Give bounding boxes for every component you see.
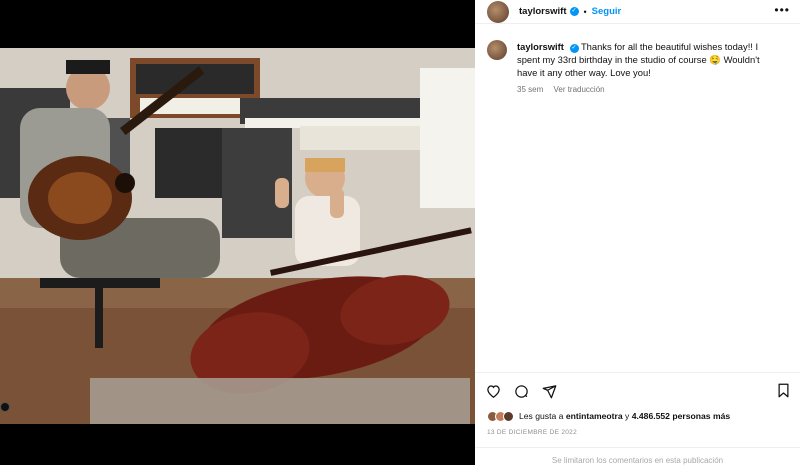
post-header: taylorswift ✓ • Seguir ••• <box>475 0 800 24</box>
caption-body: taylorswift ✓ Thanks for all the beautif… <box>517 40 767 94</box>
translate-link[interactable]: Ver traducción <box>553 85 604 94</box>
caption-avatar[interactable] <box>487 40 507 60</box>
author-avatar[interactable] <box>487 0 509 23</box>
post-age: 35 sem <box>517 85 544 94</box>
more-options-icon[interactable]: ••• <box>774 3 790 17</box>
post-date: 13 DE DICIEMBRE DE 2022 <box>487 429 577 436</box>
separator-dot: • <box>583 6 587 17</box>
verified-badge-icon: ✓ <box>569 44 579 53</box>
share-icon[interactable] <box>541 383 557 399</box>
liker-avatars <box>487 410 514 422</box>
likes-user-link[interactable]: entintameotra <box>566 411 623 421</box>
comments-limited-notice: Se limitaron los comentarios en esta pub… <box>475 447 800 465</box>
likes-prefix: Les gusta a <box>519 411 564 421</box>
author-username[interactable]: taylorswift <box>519 6 567 17</box>
bookmark-icon[interactable] <box>777 383 790 403</box>
carousel-indicator[interactable] <box>0 402 10 412</box>
verified-badge-icon: ✓ <box>569 7 579 16</box>
post-actions-section: Les gusta a entintameotra y 4.486.552 pe… <box>475 372 800 436</box>
post-details-panel: taylorswift ✓ • Seguir ••• taylorswift ✓… <box>475 0 800 465</box>
likes-count-link[interactable]: 4.486.552 personas más <box>632 411 730 421</box>
follow-button[interactable]: Seguir <box>592 6 622 17</box>
studio-photo-illustration <box>0 48 475 424</box>
liker-avatar <box>503 410 514 422</box>
likes-summary: Les gusta a entintameotra y 4.486.552 pe… <box>475 409 800 423</box>
action-bar <box>475 373 800 409</box>
media-panel <box>0 0 475 465</box>
caption-meta: 35 sem Ver traducción <box>517 85 767 94</box>
likes-conjunction: y <box>625 411 630 421</box>
caption-username[interactable]: taylorswift <box>517 41 564 52</box>
caption-text: taylorswift ✓ Thanks for all the beautif… <box>517 40 767 79</box>
post-photo[interactable] <box>0 48 475 424</box>
comment-icon[interactable] <box>513 383 529 399</box>
instagram-post-view: taylorswift ✓ • Seguir ••• taylorswift ✓… <box>0 0 800 465</box>
caption-block: taylorswift ✓ Thanks for all the beautif… <box>475 24 800 94</box>
heart-icon[interactable] <box>485 383 501 399</box>
